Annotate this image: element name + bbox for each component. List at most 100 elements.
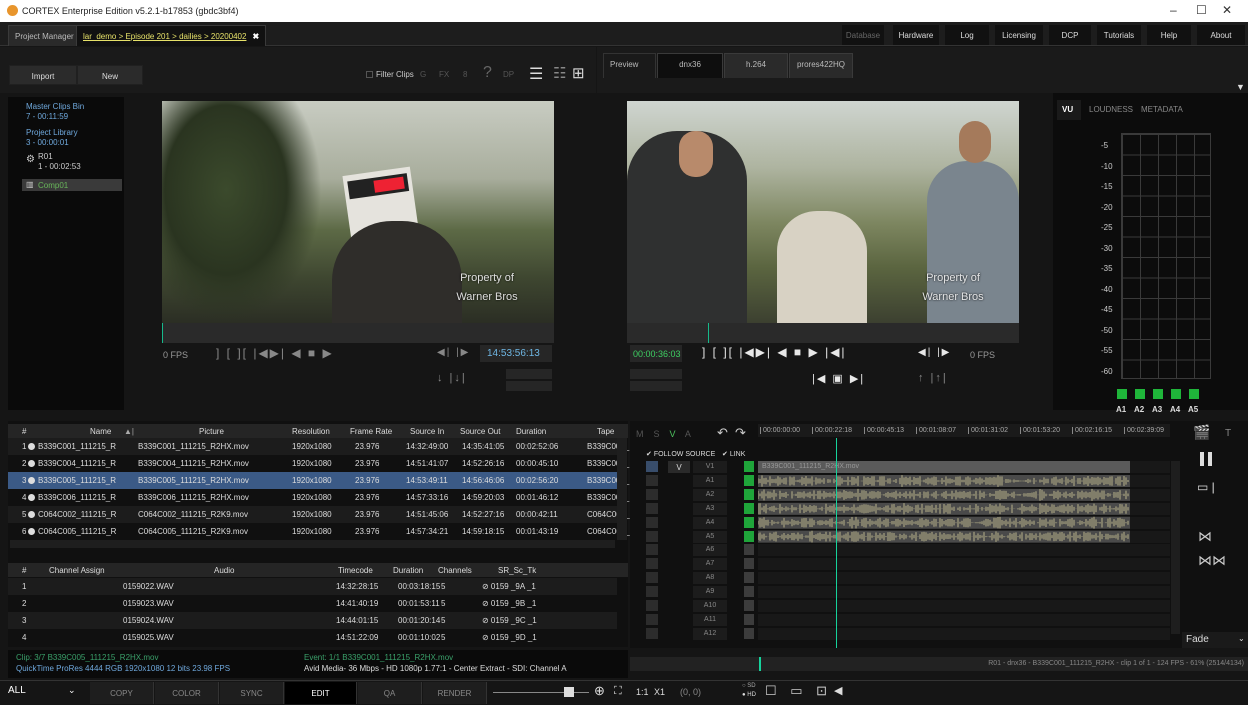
source-transport-controls[interactable]: ] [ ][ |◀▶| ◀ ■ ▶ xyxy=(216,346,334,360)
col-tape[interactable]: Tape xyxy=(597,427,614,436)
record-playhead[interactable] xyxy=(708,323,709,343)
video-clip[interactable]: B339C001_111215_R2HX.mov xyxy=(758,461,1130,473)
track-toggle[interactable] xyxy=(646,558,658,570)
fullscreen-icon[interactable]: ⛶ xyxy=(614,685,622,698)
col-source-in[interactable]: Source In xyxy=(410,427,444,436)
track-label[interactable]: A5 xyxy=(693,530,727,543)
track-toggle[interactable] xyxy=(646,502,658,514)
source-mark-controls[interactable]: ↓ |↓| xyxy=(437,372,467,384)
nav-licensing[interactable]: Licensing xyxy=(995,25,1043,45)
table-row[interactable]: 1 0159022.WAV 14:32:28:15 00:03:18:15 5 ⊘ 015… xyxy=(8,578,617,595)
list-view-icon[interactable]: ☰ xyxy=(529,64,543,84)
track-enable-toggle[interactable] xyxy=(744,516,754,528)
fx-button[interactable]: FX xyxy=(439,70,449,79)
track-enable-toggle[interactable] xyxy=(744,586,754,598)
track-label[interactable]: A1 xyxy=(693,474,727,487)
tab-edit[interactable]: EDIT xyxy=(285,682,357,704)
source-step-controls[interactable]: ◀| |▶ xyxy=(437,347,470,358)
comp01-item[interactable]: ▥ Comp01 xyxy=(22,179,122,191)
col-audio[interactable]: Audio xyxy=(214,566,234,575)
col-timecode[interactable]: Timecode xyxy=(338,566,373,575)
table-row[interactable]: 2 B339C004_111215_R B339C004_111215_R2HX.m… xyxy=(8,455,629,472)
track-enable-toggle[interactable] xyxy=(744,502,754,514)
source-timecode[interactable]: 14:53:56:13 xyxy=(487,348,540,359)
col-name[interactable]: Name xyxy=(90,427,111,436)
hd-option[interactable]: ● HD xyxy=(742,692,756,698)
track-label[interactable]: A7 xyxy=(693,558,727,571)
minimize-button[interactable]: – xyxy=(1170,3,1177,17)
nav-log[interactable]: Log xyxy=(945,25,989,45)
ratio-label[interactable]: 1:1 xyxy=(636,687,649,697)
track-label[interactable]: A9 xyxy=(693,586,727,599)
nav-about[interactable]: About xyxy=(1197,25,1245,45)
track-toggle[interactable] xyxy=(646,613,658,625)
track-lane[interactable] xyxy=(758,544,1170,557)
tab-dnx36[interactable]: dnx36 xyxy=(657,53,723,78)
track-label[interactable]: A2 xyxy=(693,488,727,501)
table-row[interactable]: 3 B339C005_111215_R B339C005_111215_R2HX.m… xyxy=(8,472,629,489)
sd-option[interactable]: ○ SD xyxy=(742,683,756,689)
tab-h264[interactable]: h.264 xyxy=(724,53,788,78)
tab-vu[interactable]: VU xyxy=(1057,100,1081,120)
track-enable-toggle[interactable] xyxy=(744,558,754,570)
target-icon[interactable]: ⊕ xyxy=(594,683,605,699)
track-label[interactable]: A12 xyxy=(693,627,727,640)
track-lane[interactable] xyxy=(758,613,1170,626)
v-track-toggle[interactable]: V xyxy=(668,461,690,473)
tab-preview[interactable]: Preview xyxy=(603,53,656,78)
transition-icon[interactable]: ⋈ xyxy=(1198,528,1212,545)
track-toggle[interactable] xyxy=(646,461,658,472)
collapse-left-icon[interactable]: ◀ xyxy=(834,684,842,697)
display-mode-icons[interactable]: ☐ ▭ ⊡ xyxy=(765,683,832,699)
new-button[interactable]: New xyxy=(77,65,143,85)
track-label[interactable]: A11 xyxy=(693,613,727,626)
track-toggle[interactable] xyxy=(646,572,658,584)
timeline-msva-buttons[interactable]: MSVA xyxy=(636,429,701,439)
source-scrub-bar[interactable] xyxy=(162,323,554,343)
track-toggle[interactable] xyxy=(646,544,658,556)
nav-help[interactable]: Help xyxy=(1147,25,1191,45)
table-row[interactable]: 3 0159024.WAV 14:44:01:15 00:01:20:14 5 ⊘ 015… xyxy=(8,612,617,629)
zoom-slider[interactable] xyxy=(493,692,589,693)
col-num[interactable]: # xyxy=(22,427,26,436)
track-enable-toggle[interactable] xyxy=(744,627,754,639)
fade-select[interactable]: Fade ⌄ xyxy=(1182,632,1248,648)
track-enable-toggle[interactable] xyxy=(744,474,754,486)
grid-view-icon[interactable]: ⊞ xyxy=(572,64,585,82)
import-button[interactable]: Import xyxy=(9,65,77,85)
col-picture[interactable]: Picture xyxy=(199,427,224,436)
track-toggle[interactable] xyxy=(646,586,658,598)
table-row[interactable]: 4 0159025.WAV 14:51:22:09 00:01:10:02 5 ⊘ 015… xyxy=(8,629,617,646)
zoom-slider-handle[interactable] xyxy=(564,687,574,697)
track-enable-toggle[interactable] xyxy=(744,461,754,472)
follow-source-check[interactable]: ✔ FOLLOW SOURCE xyxy=(646,450,715,458)
record-step-controls[interactable]: ◀| |▶ xyxy=(918,347,951,358)
g-button[interactable]: G xyxy=(420,70,426,79)
eight-button[interactable]: 8 xyxy=(463,70,467,79)
dp-button[interactable]: DP xyxy=(503,70,514,79)
track-label[interactable]: A4 xyxy=(693,516,727,529)
clapper-icon[interactable]: 🎬 xyxy=(1193,424,1210,441)
col-source-out[interactable]: Source Out xyxy=(460,427,500,436)
col-duration[interactable]: Duration xyxy=(516,427,546,436)
track-lane[interactable] xyxy=(758,572,1170,585)
s-button[interactable]: S xyxy=(654,429,670,439)
filter-all-select[interactable]: ALL xyxy=(8,685,26,696)
nav-database[interactable]: Database xyxy=(842,25,884,45)
split-icon[interactable] xyxy=(1200,452,1212,466)
redo-icon[interactable]: ↷ xyxy=(735,425,746,441)
record-scrub-bar[interactable] xyxy=(627,323,1019,343)
track-toggle[interactable] xyxy=(646,530,658,542)
audio-waveforms[interactable] xyxy=(758,475,1130,545)
track-label[interactable]: A3 xyxy=(693,502,727,515)
title-text-icon[interactable]: T xyxy=(1225,428,1231,439)
track-enable-toggle[interactable] xyxy=(744,613,754,625)
nav-tutorials[interactable]: Tutorials xyxy=(1097,25,1141,45)
record-mark-controls[interactable]: |◀ ▣ ▶| xyxy=(812,372,865,385)
clips-scrollbar[interactable] xyxy=(617,438,627,540)
timeline-scrollbar[interactable] xyxy=(1171,461,1180,634)
col-sr-sc-tk[interactable]: SR_Sc_Tk xyxy=(498,566,536,575)
col-resolution[interactable]: Resolution xyxy=(292,427,330,436)
source-playhead[interactable] xyxy=(162,323,163,343)
master-clips-bin[interactable]: Master Clips Bin xyxy=(26,102,84,112)
